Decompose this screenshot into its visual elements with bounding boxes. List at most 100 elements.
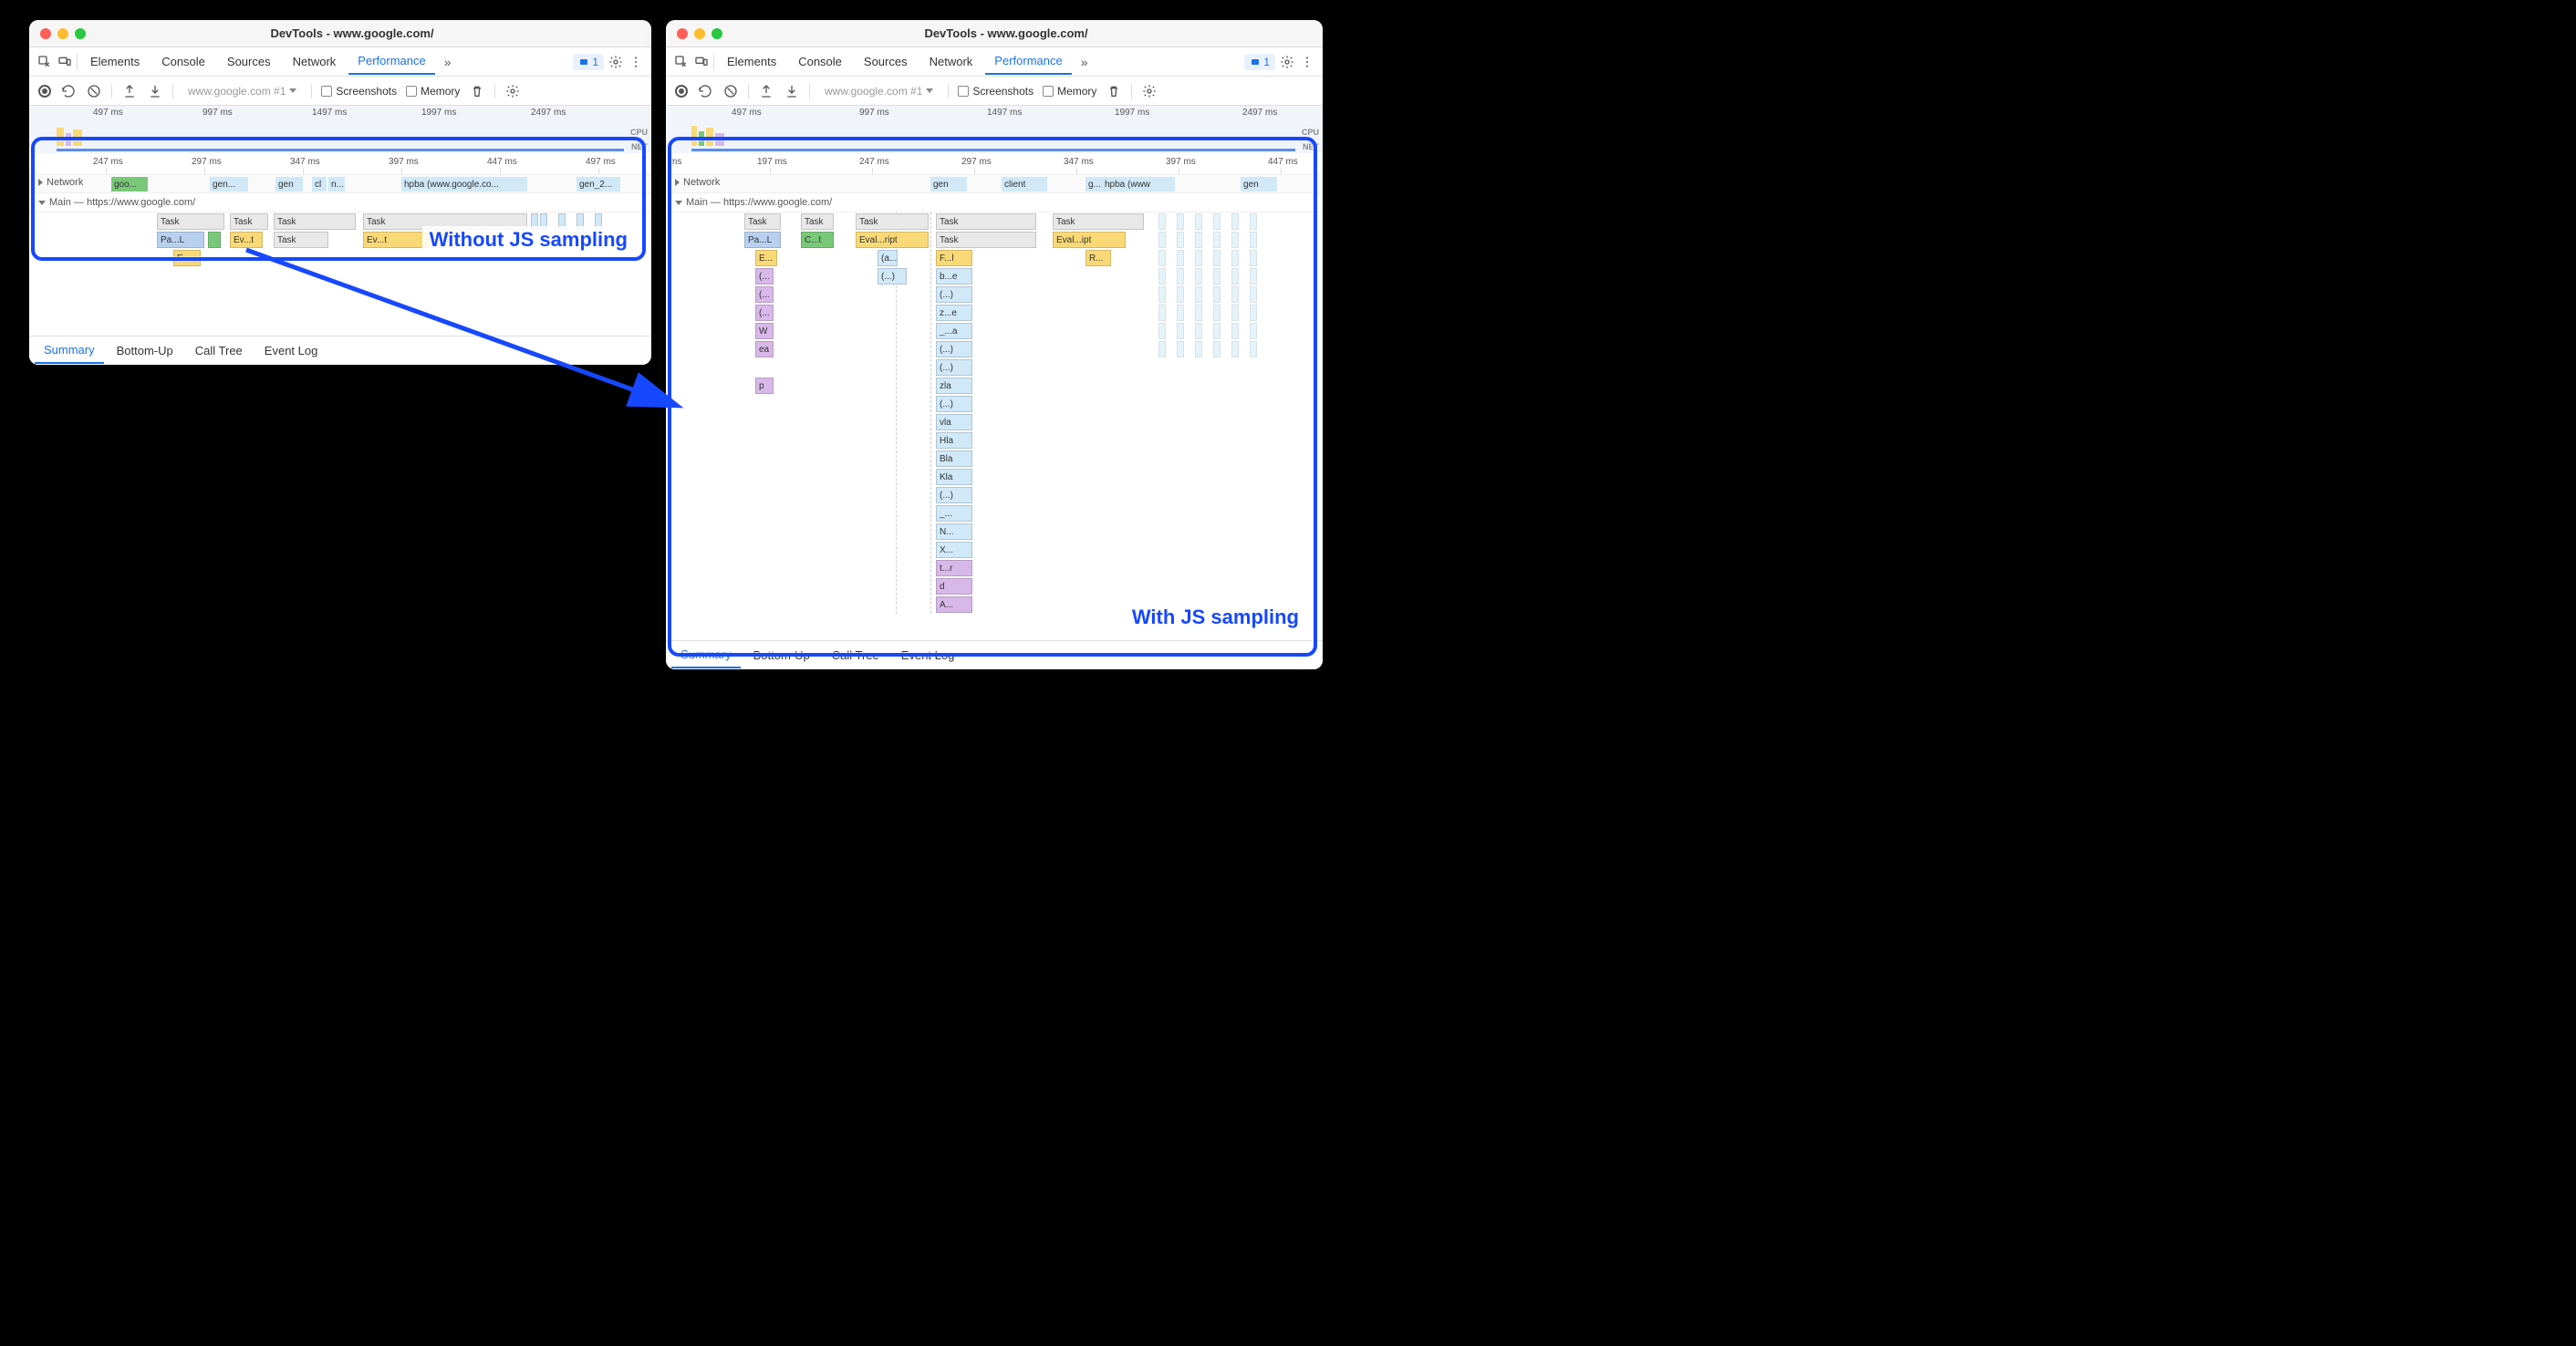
screenshots-checkbox[interactable]: Screenshots	[958, 85, 1034, 98]
tab-summary[interactable]: Summary	[35, 337, 104, 364]
tab-elements[interactable]: Elements	[718, 49, 785, 74]
flame-frame[interactable]: Task	[274, 213, 356, 230]
flame-frame[interactable]: (...)	[936, 359, 972, 376]
flame-frame[interactable]	[208, 232, 221, 248]
flame-frame[interactable]: (...	[755, 268, 774, 285]
flame-frame[interactable]: Task	[157, 213, 224, 230]
clear-icon[interactable]	[722, 83, 739, 99]
gc-icon[interactable]	[469, 83, 485, 99]
issues-badge[interactable]: 1	[1244, 54, 1275, 70]
device-toolbar-icon[interactable]	[57, 54, 73, 70]
network-request[interactable]: goo...	[111, 177, 148, 192]
upload-icon[interactable]	[758, 83, 774, 99]
settings-gear-icon[interactable]	[608, 54, 624, 70]
flame-frame[interactable]: R...	[1085, 250, 1111, 266]
flame-frame[interactable]: Task	[744, 213, 781, 230]
capture-settings-gear-icon[interactable]	[1141, 83, 1158, 99]
tab-elements[interactable]: Elements	[81, 49, 149, 74]
flame-frame[interactable]: t...r	[936, 560, 972, 576]
expand-triangle-icon[interactable]	[38, 179, 43, 186]
kebab-menu-icon[interactable]	[628, 54, 644, 70]
flame-frame[interactable]: Pa...L	[744, 232, 781, 248]
clear-icon[interactable]	[86, 83, 102, 99]
zoom-icon[interactable]	[75, 28, 86, 39]
reload-icon[interactable]	[697, 83, 713, 99]
main-thread-header[interactable]: Main — https://www.google.com/	[29, 193, 651, 212]
flame-frame[interactable]: b...e	[936, 268, 972, 285]
tab-network[interactable]: Network	[284, 49, 346, 74]
flame-frame[interactable]: Ev...t	[230, 232, 263, 248]
tab-bottom-up[interactable]: Bottom-Up	[744, 643, 819, 668]
inspect-element-icon[interactable]	[673, 54, 690, 70]
flame-frame[interactable]: (...	[755, 286, 774, 303]
download-icon[interactable]	[147, 83, 163, 99]
recording-select[interactable]: www.google.com #1	[182, 85, 302, 98]
memory-checkbox[interactable]: Memory	[1043, 85, 1096, 98]
flame-frame[interactable]: Kla	[936, 469, 972, 485]
zoom-icon[interactable]	[712, 28, 722, 39]
flame-frame[interactable]: _...	[936, 505, 972, 522]
network-request[interactable]: gen	[275, 177, 303, 192]
flame-chart[interactable]: ms197 ms247 ms297 ms347 ms397 ms447 ms N…	[666, 153, 1323, 640]
minimize-icon[interactable]	[694, 28, 705, 39]
main-thread-flame[interactable]: TaskTaskTaskTaskTaskPa...LC...tEval...ri…	[666, 212, 1323, 614]
memory-checkbox[interactable]: Memory	[406, 85, 460, 98]
flame-frame[interactable]: (a...s)	[878, 250, 898, 266]
flame-frame[interactable]: _...a	[936, 323, 972, 339]
flame-frame[interactable]: W	[755, 323, 774, 339]
flame-frame[interactable]: vla	[936, 414, 972, 430]
close-icon[interactable]	[40, 28, 51, 39]
tab-performance[interactable]: Performance	[348, 48, 434, 75]
flame-frame[interactable]: A...	[936, 596, 972, 613]
network-request[interactable]: gen_2...	[576, 177, 620, 192]
network-request[interactable]: hpba (www	[1102, 177, 1175, 192]
network-request[interactable]: gen	[1241, 177, 1277, 192]
network-track[interactable]: Network goo...gen...gencln...hpba (www.g…	[29, 175, 651, 193]
tab-event-log[interactable]: Event Log	[892, 643, 964, 668]
recording-select[interactable]: www.google.com #1	[819, 85, 939, 98]
kebab-menu-icon[interactable]	[1299, 54, 1315, 70]
flame-frame[interactable]: z...e	[936, 305, 972, 321]
tab-sources[interactable]: Sources	[218, 49, 280, 74]
network-request[interactable]: gen...	[210, 177, 248, 192]
tab-summary[interactable]: Summary	[671, 642, 741, 668]
flame-frame[interactable]: (...)	[936, 396, 972, 412]
more-tabs-icon[interactable]: »	[1075, 55, 1094, 69]
overview-timeline[interactable]: 497 ms997 ms1497 ms1997 ms2497 ms CPU NE…	[666, 106, 1323, 153]
flame-frame[interactable]: Eval...ipt	[1053, 232, 1126, 248]
tab-event-log[interactable]: Event Log	[255, 338, 327, 363]
flame-frame[interactable]: Task	[274, 232, 328, 248]
network-track[interactable]: Network genclientg...hpba (wwwgen	[666, 175, 1323, 193]
flame-frame[interactable]: Pa...L	[157, 232, 204, 248]
more-tabs-icon[interactable]: »	[439, 55, 457, 69]
flame-frame[interactable]: F...l	[936, 250, 972, 266]
tab-bottom-up[interactable]: Bottom-Up	[108, 338, 182, 363]
flame-frame[interactable]: Bla	[936, 450, 972, 467]
network-request[interactable]: client	[1002, 177, 1047, 192]
network-request[interactable]: cl	[312, 177, 327, 192]
expand-triangle-icon[interactable]	[675, 201, 682, 205]
flame-frame[interactable]: E...	[173, 250, 201, 266]
upload-icon[interactable]	[121, 83, 138, 99]
flame-frame[interactable]: (...)	[936, 487, 972, 503]
flame-frame[interactable]: X...	[936, 542, 972, 558]
overview-timeline[interactable]: 497 ms997 ms1497 ms1997 ms2497 ms CPU NE…	[29, 106, 651, 153]
settings-gear-icon[interactable]	[1279, 54, 1295, 70]
screenshots-checkbox[interactable]: Screenshots	[321, 85, 397, 98]
flame-frame[interactable]: E...	[755, 250, 777, 266]
flame-frame[interactable]: (...)	[936, 286, 972, 303]
tab-network[interactable]: Network	[920, 49, 982, 74]
main-thread-header[interactable]: Main — https://www.google.com/	[666, 193, 1323, 212]
record-button[interactable]	[675, 85, 688, 98]
flame-frame[interactable]: Task	[1053, 213, 1144, 230]
flame-frame[interactable]: d	[936, 578, 972, 595]
expand-triangle-icon[interactable]	[38, 201, 46, 205]
flame-frame[interactable]: Task	[856, 213, 929, 230]
flame-frame[interactable]: N...	[936, 523, 972, 540]
download-icon[interactable]	[784, 83, 800, 99]
flame-frame[interactable]: (...	[755, 305, 774, 321]
network-request[interactable]: g...	[1085, 177, 1102, 192]
tab-console[interactable]: Console	[789, 49, 851, 74]
network-request[interactable]: gen	[930, 177, 967, 192]
device-toolbar-icon[interactable]	[693, 54, 710, 70]
